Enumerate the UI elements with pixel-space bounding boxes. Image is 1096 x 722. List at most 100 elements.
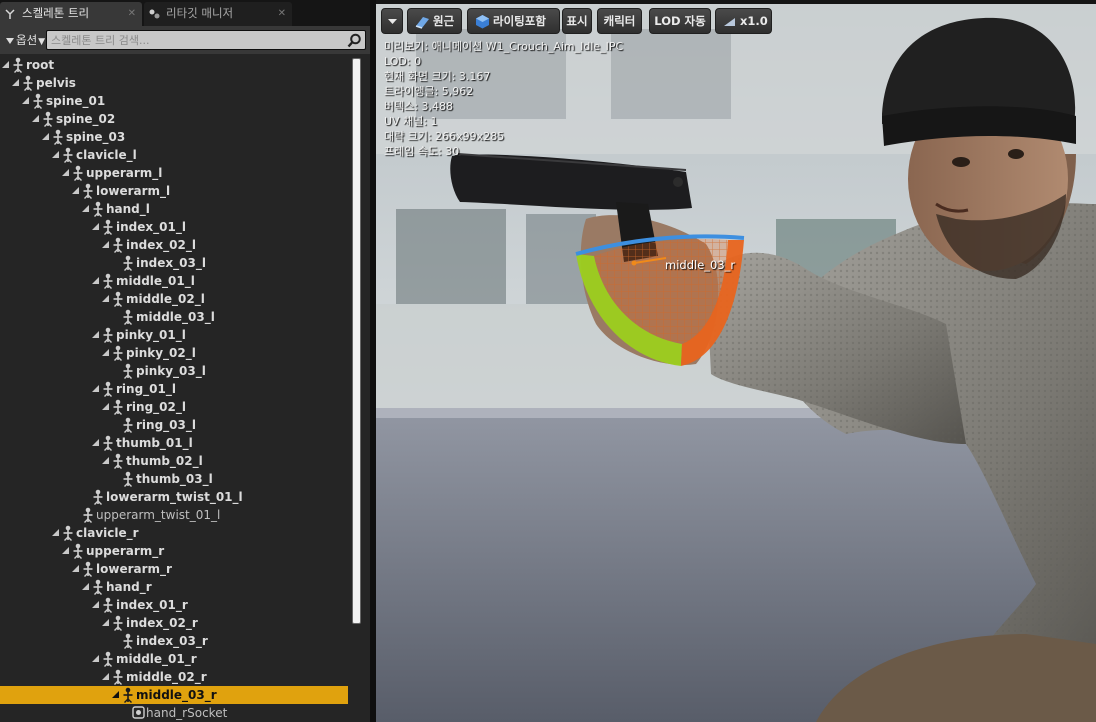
bone-label: upperarm_r — [86, 544, 165, 558]
expand-arrow-icon[interactable] — [92, 223, 99, 230]
expand-arrow-icon[interactable] — [72, 187, 79, 194]
tree-row[interactable]: middle_03_l — [0, 308, 348, 326]
tree-row[interactable]: index_01_l — [0, 218, 348, 236]
expand-arrow-icon[interactable] — [12, 79, 19, 86]
expand-arrow-icon[interactable] — [32, 115, 39, 122]
tree-row[interactable]: spine_03 — [0, 128, 348, 146]
tree-row[interactable]: index_02_r — [0, 614, 348, 632]
search-icon[interactable] — [347, 33, 362, 48]
tree-row[interactable]: clavicle_r — [0, 524, 348, 542]
tree-row[interactable]: hand_rSocket — [0, 704, 348, 722]
expand-arrow-icon[interactable] — [82, 205, 89, 212]
bone-label: lowerarm_twist_01_l — [106, 490, 243, 504]
expand-arrow-icon[interactable] — [102, 241, 109, 248]
expand-arrow-icon[interactable] — [92, 601, 99, 608]
tree-row[interactable]: pinky_02_l — [0, 344, 348, 362]
expand-arrow-icon[interactable] — [92, 277, 99, 284]
expand-arrow-icon[interactable] — [102, 295, 109, 302]
bone-label: middle_01_r — [116, 652, 197, 666]
expand-arrow-icon[interactable] — [42, 133, 49, 140]
tree-row[interactable]: lowerarm_r — [0, 560, 348, 578]
tree-row[interactable]: middle_02_l — [0, 290, 348, 308]
tree-row[interactable]: clavicle_l — [0, 146, 348, 164]
bone-icon — [113, 669, 123, 685]
preview-viewport[interactable]: 원근 라이팅포함 표시 캐릭터 LOD 자동 x1.0 미리보기: 애니메이션 W1_Cr… — [376, 4, 1096, 722]
bone-icon — [113, 453, 123, 469]
tree-row[interactable]: ring_03_l — [0, 416, 348, 434]
tree-row[interactable]: index_03_l — [0, 254, 348, 272]
expand-arrow-icon[interactable] — [102, 349, 109, 356]
bone-label: middle_02_l — [126, 292, 205, 306]
tab-skeleton-tree[interactable]: 스켈레톤 트리 ✕ — [0, 2, 142, 26]
tree-row[interactable]: upperarm_l — [0, 164, 348, 182]
tree-row[interactable]: ring_02_l — [0, 398, 348, 416]
tree-row[interactable]: pelvis — [0, 74, 348, 92]
tree-scrollbar-thumb[interactable] — [352, 58, 361, 624]
lod-button[interactable]: LOD 자동 — [649, 8, 711, 34]
tree-row[interactable]: index_02_l — [0, 236, 348, 254]
close-icon[interactable]: ✕ — [128, 2, 136, 25]
expand-arrow-icon[interactable] — [2, 61, 9, 68]
tree-row[interactable]: pinky_03_l — [0, 362, 348, 380]
tree-row[interactable]: index_03_r — [0, 632, 348, 650]
bone-icon — [113, 615, 123, 631]
lighting-button[interactable]: 라이팅포함 — [467, 8, 560, 34]
expand-arrow-icon[interactable] — [52, 529, 59, 536]
bone-icon — [93, 201, 103, 217]
bone-label: middle_03_r — [136, 688, 217, 702]
tree-row[interactable]: thumb_03_l — [0, 470, 348, 488]
expand-arrow-icon[interactable] — [22, 97, 29, 104]
tree-row[interactable]: middle_01_r — [0, 650, 348, 668]
tree-row[interactable]: ring_01_l — [0, 380, 348, 398]
lit-cube-icon — [476, 15, 489, 29]
tree-row[interactable]: middle_02_r — [0, 668, 348, 686]
tree-row[interactable]: pinky_01_l — [0, 326, 348, 344]
options-button[interactable]: 옵션▼ — [2, 30, 45, 50]
expand-arrow-icon[interactable] — [102, 673, 109, 680]
perspective-button[interactable]: 원근 — [407, 8, 462, 34]
expand-arrow-icon[interactable] — [92, 655, 99, 662]
bone-label: middle_03_l — [136, 310, 215, 324]
tree-row[interactable]: middle_01_l — [0, 272, 348, 290]
expand-arrow-icon[interactable] — [102, 403, 109, 410]
tree-row[interactable]: upperarm_r — [0, 542, 348, 560]
bone-label: clavicle_r — [76, 526, 139, 540]
character-button[interactable]: 캐릭터 — [597, 8, 642, 34]
tree-row[interactable]: thumb_02_l — [0, 452, 348, 470]
speed-button[interactable]: x1.0 — [715, 8, 772, 34]
expand-arrow-icon[interactable] — [52, 151, 59, 158]
tree-row[interactable]: lowerarm_twist_01_l — [0, 488, 348, 506]
expand-arrow-icon[interactable] — [72, 565, 79, 572]
expand-arrow-icon[interactable] — [92, 331, 99, 338]
show-button[interactable]: 표시 — [562, 8, 592, 34]
search-input[interactable] — [51, 32, 341, 48]
tree-row[interactable]: hand_r — [0, 578, 348, 596]
tree-row[interactable]: spine_02 — [0, 110, 348, 128]
menu-button[interactable] — [381, 8, 403, 34]
stat-line: 트라이앵글: 5,962 — [384, 85, 474, 98]
expand-arrow-icon[interactable] — [82, 583, 89, 590]
tree-row[interactable]: root — [0, 56, 348, 74]
expand-arrow-icon[interactable] — [92, 385, 99, 392]
expand-arrow-icon[interactable] — [112, 691, 119, 698]
tree-row[interactable]: spine_01 — [0, 92, 348, 110]
bone-icon — [63, 525, 73, 541]
bone-label: index_02_l — [126, 238, 196, 252]
expand-arrow-icon[interactable] — [62, 547, 69, 554]
tree-row[interactable]: thumb_01_l — [0, 434, 348, 452]
tree-row[interactable]: lowerarm_l — [0, 182, 348, 200]
tree-row[interactable]: middle_03_r — [0, 686, 348, 704]
bone-label: index_02_r — [126, 616, 198, 630]
bone-icon — [63, 147, 73, 163]
tab-retarget-manager[interactable]: 리타깃 매니저 ✕ — [144, 2, 292, 26]
expand-arrow-icon[interactable] — [102, 457, 109, 464]
tree-row[interactable]: upperarm_twist_01_l — [0, 506, 348, 524]
tree-row[interactable]: index_01_r — [0, 596, 348, 614]
expand-arrow-icon[interactable] — [102, 619, 109, 626]
close-icon[interactable]: ✕ — [278, 2, 286, 25]
chevron-down-icon — [388, 19, 397, 24]
expand-arrow-icon[interactable] — [92, 439, 99, 446]
tree-row[interactable]: hand_l — [0, 200, 348, 218]
expand-arrow-icon[interactable] — [62, 169, 69, 176]
bone-icon — [103, 327, 113, 343]
